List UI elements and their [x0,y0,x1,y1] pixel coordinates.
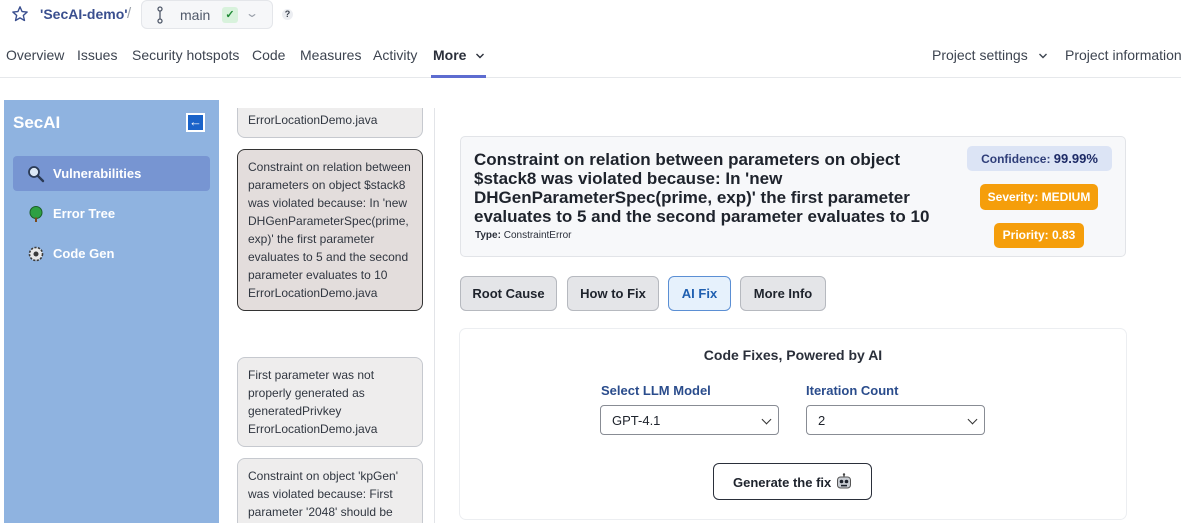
issue-type-value: ConstraintError [503,230,572,241]
gear-icon [28,246,44,262]
chevron-down-icon [761,414,772,425]
tab-activity[interactable]: Activity [373,47,417,63]
project-name[interactable]: 'SecAI-demo' [40,6,128,22]
sidebar-item-code-gen[interactable]: Code Gen [13,236,210,271]
confidence-label: Confidence: [981,152,1051,166]
breadcrumb-separator: / [127,5,132,22]
generate-fix-button[interactable]: Generate the fix [713,463,872,500]
tab-root-cause[interactable]: Root Cause [460,276,557,311]
project-information-link[interactable]: Project information [1065,47,1181,63]
sidebar-item-label: Error Tree [53,206,116,221]
llm-model-select[interactable]: GPT-4.1 [600,405,779,435]
chevron-down-icon [967,414,978,425]
magnifier-icon [28,166,45,183]
iteration-count-value: 2 [818,413,826,428]
tab-more-info[interactable]: More Info [740,276,826,311]
project-settings-menu[interactable]: Project settings [932,47,1048,63]
branch-selector[interactable]: main ✓ ⌄ [141,0,273,29]
iteration-count-select[interactable]: 2 [806,405,985,435]
tree-icon [29,206,43,222]
llm-model-value: GPT-4.1 [612,413,661,428]
list-item[interactable]: ErrorLocationDemo.java [237,108,423,138]
priority-badge: Priority: 0.83 [994,223,1084,248]
collapse-sidebar-button[interactable]: ← [186,113,205,132]
chevron-down-icon [476,53,485,59]
tab-measures[interactable]: Measures [300,47,361,63]
severity-badge: Severity: MEDIUM [980,184,1098,210]
list-item[interactable]: Constraint on object 'kpGen' was violate… [237,458,423,523]
fix-panel-heading: Code Fixes, Powered by AI [703,347,883,363]
generate-fix-label: Generate the fix [733,475,832,490]
llm-model-label: Select LLM Model [601,383,711,398]
issue-text: ErrorLocationDemo.java [248,113,378,127]
tab-how-to-fix[interactable]: How to Fix [567,276,659,311]
issue-text: First parameter was not properly generat… [248,368,378,436]
robot-icon [837,473,851,489]
help-icon[interactable]: ? [282,9,293,20]
chevron-down-icon [1038,53,1047,59]
star-icon[interactable] [11,5,29,23]
issue-text: Constraint on relation between parameter… [248,160,411,300]
tab-overview[interactable]: Overview [6,47,64,63]
sidebar-item-vulnerabilities[interactable]: Vulnerabilities [13,156,210,191]
issue-type: Type: ConstraintError [475,230,572,241]
list-item[interactable]: First parameter was not properly generat… [237,357,423,447]
sidebar-title: SecAI [13,113,61,132]
issue-list-scroll[interactable]: ErrorLocationDemo.java Constraint on rel… [226,108,435,523]
project-settings-label: Project settings [932,47,1028,63]
tab-more[interactable]: More [433,47,485,63]
ai-fix-panel: Code Fixes, Powered by AI Select LLM Mod… [460,329,1126,519]
tab-code[interactable]: Code [252,47,285,63]
iteration-count-label: Iteration Count [806,383,899,398]
issue-text: Constraint on object 'kpGen' was violate… [248,469,398,519]
sidebar-item-error-tree[interactable]: Error Tree [13,196,210,231]
issue-detail-card: Constraint on relation between parameter… [460,136,1126,257]
tab-issues[interactable]: Issues [77,47,117,63]
check-icon: ✓ [222,7,238,23]
tab-more-label: More [433,47,467,63]
confidence-badge: Confidence: 99.99% [967,146,1112,171]
project-nav: Overview Issues Security hotspots Code M… [0,38,1181,78]
branch-icon [157,6,163,24]
tab-security-hotspots[interactable]: Security hotspots [132,47,239,63]
chevron-down-icon: ⌄ [244,6,260,20]
issue-list[interactable]: ErrorLocationDemo.java Constraint on rel… [226,108,435,523]
issue-title: Constraint on relation between parameter… [474,150,930,226]
branch-name: main [180,7,211,23]
active-tab-indicator [431,75,486,78]
confidence-value: 99.99% [1053,151,1098,166]
project-header: 'SecAI-demo' / main ✓ ⌄ ? [0,0,1181,30]
tab-ai-fix[interactable]: AI Fix [668,276,731,311]
secai-sidebar: SecAI ← Vulnerabilities Error Tree Code … [4,100,219,523]
sidebar-item-label: Vulnerabilities [53,166,142,181]
issue-type-label: Type: [475,230,501,241]
sidebar-item-label: Code Gen [53,246,115,261]
list-item-selected[interactable]: Constraint on relation between parameter… [237,149,423,311]
